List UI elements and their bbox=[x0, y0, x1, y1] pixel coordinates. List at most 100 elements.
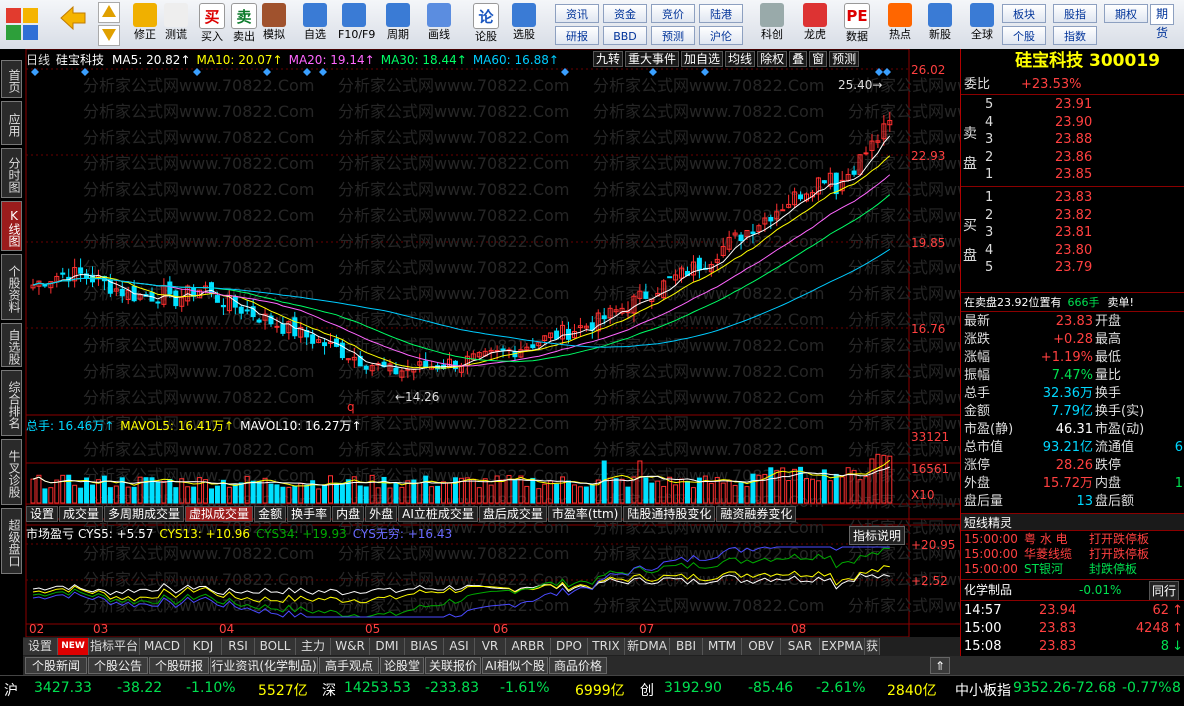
f10-button[interactable]: F10/F9 bbox=[338, 2, 375, 47]
chart-tool-button[interactable]: 九转 bbox=[593, 51, 624, 67]
left-tab[interactable]: 首页 bbox=[1, 60, 22, 98]
indicator-quick-tab[interactable]: DPO bbox=[551, 638, 588, 655]
indicator-tab[interactable]: 盘后成交量 bbox=[478, 506, 547, 522]
buy-level-row[interactable]: 1 23.83 bbox=[961, 189, 1184, 207]
left-tab[interactable]: 自选股 bbox=[1, 323, 22, 367]
indicator-tab[interactable]: 外盘 bbox=[365, 506, 398, 522]
indicator-quick-tab[interactable]: 新DMA bbox=[625, 638, 670, 655]
left-tab[interactable]: 综合排名 bbox=[1, 370, 22, 436]
toolbar-small-tab[interactable]: 陆港 bbox=[699, 4, 743, 23]
toolbar-small-tab[interactable]: 个股 bbox=[1002, 26, 1046, 45]
buy-button[interactable]: 买买入 bbox=[196, 2, 228, 47]
sell-level-row[interactable]: 2 23.86 bbox=[961, 149, 1184, 167]
news-tab[interactable]: 高手观点 bbox=[319, 657, 379, 674]
select-stock-button[interactable]: 选股 bbox=[508, 2, 540, 47]
sell-level-row[interactable]: 4 23.90 bbox=[961, 114, 1184, 132]
buy-level-row[interactable]: 2 23.82 bbox=[961, 207, 1184, 225]
indicator-quick-tab[interactable]: EXPMA bbox=[820, 638, 865, 655]
zx-index-value[interactable]: 9352.26 bbox=[1013, 680, 1071, 696]
gavel-button[interactable]: 模拟 bbox=[258, 2, 290, 47]
buy-level-row[interactable]: 3 23.81 bbox=[961, 224, 1184, 242]
indicator-tab[interactable]: 换手率 bbox=[287, 506, 332, 522]
left-tab[interactable]: K线图 bbox=[1, 201, 22, 251]
sell-level-row[interactable]: 1 23.85 bbox=[961, 166, 1184, 184]
sh-index-value[interactable]: 3427.33 bbox=[34, 680, 92, 696]
toolbar-small-tab[interactable]: 研报 bbox=[555, 26, 599, 45]
sell-button[interactable]: 卖卖出 bbox=[228, 2, 260, 47]
indicator-tab[interactable]: 虚拟成交量 bbox=[185, 506, 254, 522]
news-tab[interactable]: 个股新闻 bbox=[25, 657, 87, 674]
industry-row[interactable]: 化学制品 -0.01% 同行 bbox=[961, 581, 1184, 601]
industry-peer-button[interactable]: 同行 bbox=[1149, 581, 1180, 601]
indicator-quick-tab[interactable]: ASI bbox=[444, 638, 475, 655]
indicator-quick-tab[interactable]: KDJ bbox=[185, 638, 222, 655]
indicator-quick-tab[interactable]: MACD bbox=[140, 638, 185, 655]
forward-nav-button[interactable] bbox=[96, 2, 122, 47]
discuss-button[interactable]: 论论股 bbox=[470, 2, 502, 47]
indicator-tab[interactable]: 金额 bbox=[254, 506, 287, 522]
chart-tool-button[interactable]: 加自选 bbox=[681, 51, 724, 67]
indicator-tab[interactable]: 融资融券变化 bbox=[716, 506, 797, 522]
short-line-row[interactable]: 15:00:00 粤 水 电 打开跌停板 bbox=[961, 532, 1184, 547]
news-tab[interactable]: 行业资讯(化学制品) bbox=[210, 657, 318, 674]
indicator-tab[interactable]: 内盘 bbox=[332, 506, 365, 522]
indicator-quick-tab[interactable]: 设置 bbox=[23, 638, 58, 655]
indicator-quick-tab[interactable]: OBV bbox=[742, 638, 781, 655]
cy-index-value[interactable]: 3192.90 bbox=[664, 680, 722, 696]
indicator-tab[interactable]: 陆股通持股变化 bbox=[623, 506, 716, 522]
stock-tab-small[interactable]: 期货 bbox=[1150, 4, 1174, 40]
indicator-tab[interactable]: AI立桩成交量 bbox=[398, 506, 478, 522]
kline-chart-area[interactable]: 分析家公式网www.70822.Com 分析家公式网www.70822.Com 分析… bbox=[23, 48, 1079, 638]
toolbar-small-tab[interactable]: 资金 bbox=[603, 4, 647, 23]
chart-tool-button[interactable]: 均线 bbox=[725, 51, 756, 67]
news-tab[interactable]: 商品价格 bbox=[549, 657, 607, 674]
toolbar-small-tab[interactable]: 预测 bbox=[651, 26, 695, 45]
news-tab[interactable]: AI相似个股 bbox=[482, 657, 548, 674]
chart-tool-button[interactable]: 窗 bbox=[809, 51, 828, 67]
sell-level-row[interactable]: 5 23.91 bbox=[961, 96, 1184, 114]
left-tab[interactable]: 分时图 bbox=[1, 148, 22, 198]
star-button[interactable]: 自选 bbox=[299, 2, 331, 47]
toolbar-small-tab[interactable]: BBD bbox=[603, 26, 647, 45]
news-tab[interactable]: 个股研报 bbox=[149, 657, 209, 674]
chart-tool-button[interactable]: 除权 bbox=[757, 51, 788, 67]
toolbar-small-tab[interactable]: 竞价 bbox=[651, 4, 695, 23]
left-tab[interactable]: 超级盘口 bbox=[1, 508, 22, 574]
chart-tool-button[interactable]: 预测 bbox=[829, 51, 860, 67]
indicator-quick-tab[interactable]: BOLL bbox=[255, 638, 296, 655]
kechuang-button[interactable]: 科创 bbox=[752, 2, 792, 47]
short-line-row[interactable]: 15:00:00 华菱线缆 打开跌停板 bbox=[961, 547, 1184, 562]
toolbar-more[interactable]: 期货 bbox=[1150, 4, 1178, 44]
back-button[interactable] bbox=[55, 2, 91, 47]
period-label[interactable]: 日线 bbox=[26, 53, 50, 67]
indicator-tab[interactable]: 市盈率(ttm) bbox=[547, 506, 623, 522]
news-tab[interactable]: 论股堂 bbox=[380, 657, 424, 674]
toolbar-small-tab[interactable]: 股指 bbox=[1053, 4, 1097, 23]
toolbar-small-tab[interactable]: 期权 bbox=[1104, 4, 1148, 23]
indicator-quick-tab[interactable]: RSI bbox=[222, 638, 255, 655]
indicator-quick-tab[interactable]: SAR bbox=[781, 638, 820, 655]
indicator-quick-tab[interactable]: VR bbox=[475, 638, 506, 655]
indicator-quick-tab[interactable]: 获 bbox=[865, 638, 880, 655]
toolbar-small-tab[interactable]: 沪伦 bbox=[699, 26, 743, 45]
buy-level-row[interactable]: 4 23.80 bbox=[961, 242, 1184, 260]
hot-button[interactable]: 热点 bbox=[880, 2, 920, 47]
toolbar-small-tab[interactable]: 资讯 bbox=[555, 4, 599, 23]
indicator-quick-tab[interactable]: BBI bbox=[670, 638, 703, 655]
left-tab[interactable]: 应用 bbox=[1, 101, 22, 145]
indicator-quick-tab[interactable]: MTM bbox=[703, 638, 742, 655]
globe-button[interactable]: 全球 bbox=[962, 2, 1002, 47]
period-button[interactable]: 周期 bbox=[382, 2, 414, 47]
fix-button[interactable]: 修正 bbox=[129, 2, 161, 47]
indicator-help-button[interactable]: 指标说明 bbox=[849, 526, 906, 545]
indicator-quick-tab[interactable]: 指标平台 bbox=[89, 638, 140, 655]
indicator-quick-tab[interactable]: TRIX bbox=[588, 638, 625, 655]
new-stock-button[interactable]: 新股 bbox=[920, 2, 960, 47]
chart-tool-button[interactable]: 叠 bbox=[789, 51, 808, 67]
kline-chart[interactable]: 分析家公式网www.70822.Com 分析家公式网www.70822.Com 分析… bbox=[23, 48, 1079, 638]
clock-button[interactable]: 测谎 bbox=[160, 2, 192, 47]
toolbar-small-tab[interactable]: 板块 bbox=[1002, 4, 1046, 23]
indicator-quick-tab[interactable]: DMI bbox=[370, 638, 405, 655]
short-line-row[interactable]: 15:00:00 ST银河 封跌停板 bbox=[961, 562, 1184, 577]
indicator-quick-tab[interactable]: BIAS bbox=[405, 638, 444, 655]
